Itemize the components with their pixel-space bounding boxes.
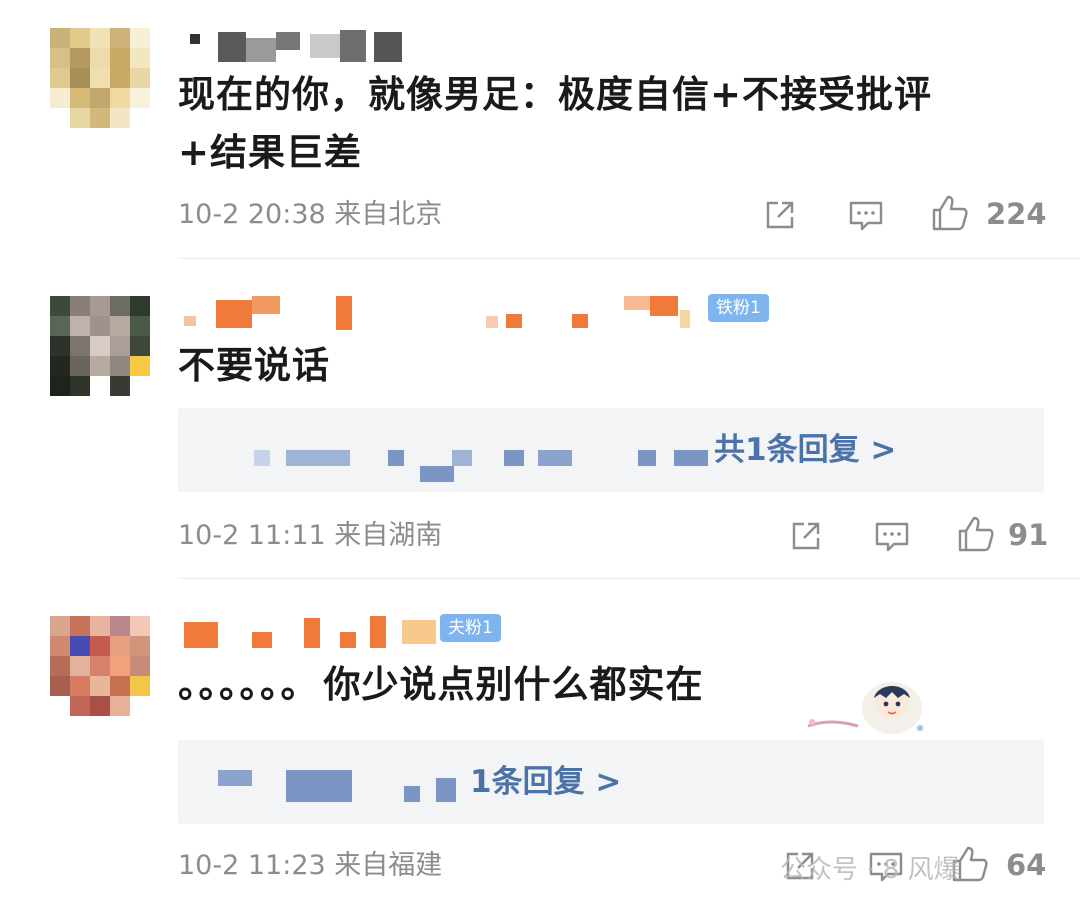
like-count: 91 xyxy=(1008,518,1049,552)
comment-meta: 10-2 11:23 来自福建 xyxy=(178,850,443,881)
share-icon[interactable] xyxy=(786,516,826,556)
comment-icon[interactable] xyxy=(872,516,912,556)
username[interactable] xyxy=(180,612,440,652)
comment-icon[interactable] xyxy=(846,195,886,235)
avatar[interactable] xyxy=(50,296,150,396)
like-count: 64 xyxy=(1006,848,1047,882)
thumbs-up-icon[interactable] xyxy=(956,514,996,554)
watermark: 公众号 · 8 风爆 xyxy=(780,855,960,885)
username[interactable] xyxy=(180,294,800,334)
reply-count-link[interactable]: 共1条回复 > xyxy=(714,408,896,492)
divider xyxy=(178,258,1080,259)
fan-badge: 夫粉1 xyxy=(440,614,501,642)
username[interactable] xyxy=(180,28,420,68)
avatar[interactable] xyxy=(50,28,150,128)
comment-text: 。。。。。。 你少说点别什么都实在 xyxy=(178,663,704,706)
avatar[interactable] xyxy=(50,616,150,716)
reply-preview[interactable]: 1条回复 > xyxy=(178,740,1044,824)
divider xyxy=(178,578,1080,579)
comment-text: 不要说话 xyxy=(178,344,330,387)
comment-meta: 10-2 20:38 来自北京 xyxy=(178,199,443,230)
fan-badge: 铁粉1 xyxy=(708,294,769,322)
thumbs-up-icon[interactable] xyxy=(930,193,970,233)
comment-text: 现在的你，就像男足：极度自信+不接受批评 +结果巨差 xyxy=(178,73,933,174)
share-icon[interactable] xyxy=(760,195,800,235)
comment-meta: 10-2 11:11 来自湖南 xyxy=(178,520,443,551)
emoji-sticker xyxy=(807,682,923,734)
reply-count-link[interactable]: 1条回复 > xyxy=(470,740,621,824)
like-count: 224 xyxy=(986,197,1047,231)
reply-preview[interactable]: 共1条回复 > xyxy=(178,408,1044,492)
